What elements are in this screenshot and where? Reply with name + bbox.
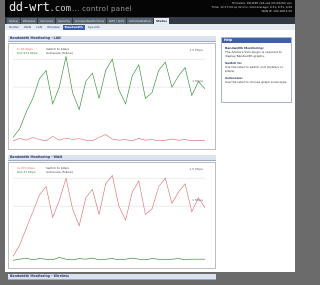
help-panel: Help Bandwidth Monitoring: The Adobe's S… (221, 37, 292, 103)
wan-stats: In 971 Kbps Out 47 Kbps (17, 166, 36, 174)
subtab-wan[interactable]: WAN (22, 25, 33, 30)
wireless-section-title: Bandwidth Monitoring - Wireless (8, 274, 216, 280)
tab-wireless[interactable]: Wireless (20, 18, 38, 24)
series-line-out (12, 56, 206, 138)
series-line-in (12, 134, 206, 142)
subtab-lan[interactable]: LAN (34, 25, 44, 30)
ddwrt-logo[interactable]: dd-wrt.com ... control panel (9, 0, 132, 16)
wan-bandwidth-graph: In 971 Kbps Out 47 Kbps Switch to bits/s… (8, 162, 216, 269)
subtab-bandwidth[interactable]: Bandwidth (62, 24, 85, 30)
wan-autoscale-link[interactable]: Autoscale (follow) (46, 170, 73, 174)
wan-scale-label-top: 1.5 Mbps (189, 167, 203, 171)
wan-switch-links: Switch to bits/s Autoscale (follow) (46, 166, 73, 174)
wan-out-rate: Out 47 Kbps (17, 170, 36, 174)
subtab-sys-info[interactable]: Sys-Info (86, 25, 102, 30)
lan-scale-label-top: 1.5 Mbps (189, 48, 203, 52)
tab-nat-qos[interactable]: NAT / QoS (107, 18, 126, 24)
lan-stats: In 44 Kbps Out 971 Kbps (17, 47, 37, 55)
header-bar: dd-wrt.com ... control panel Firmware: D… (5, 0, 295, 17)
lan-switch-links: Switch to bits/s Autoscale (follow) (46, 47, 73, 55)
help-text-bandwidth: The Adobe's SVG plugin is required to di… (225, 50, 282, 58)
tab-access-restrictions[interactable]: Access Restrictions (73, 18, 107, 24)
main-content: Bandwidth Monitoring - LAN In 44 Kbps Ou… (8, 36, 216, 285)
tab-status[interactable]: Status (153, 18, 169, 24)
tab-security[interactable]: Security (55, 18, 73, 24)
wireless-section: Bandwidth Monitoring - Wireless (8, 274, 216, 280)
lan-section-title: Bandwidth Monitoring - LAN (8, 36, 216, 42)
tab-setup[interactable]: Setup (7, 18, 20, 24)
series-line-out (12, 257, 205, 261)
subtab-wireless[interactable]: Wireless (45, 25, 62, 30)
sub-menu: Router WAN LAN Wireless Bandwidth Sys-In… (5, 24, 295, 30)
logo-tagline: ... control panel (72, 5, 132, 13)
wan-scale-label-mid: 1 Mbps (192, 198, 203, 202)
lan-out-rate: Out 971 Kbps (17, 51, 38, 55)
main-menu: Setup Wireless Services Security Access … (5, 17, 295, 24)
lan-scale-label-mid: 1 Mbps (192, 79, 203, 83)
wan-ip-info: WAN IP: 192.168.1.20 (261, 9, 292, 13)
router-info: Firmware: DD-WRT v24-sp2 (01/15/09) vpn … (212, 1, 292, 13)
wan-section: Bandwidth Monitoring - WAN In 971 Kbps O… (8, 155, 216, 269)
tab-administration[interactable]: Administration (127, 18, 153, 24)
help-text-switch: Use the label to switch unit (bytes/s or… (225, 65, 283, 73)
lan-section: Bandwidth Monitoring - LAN In 44 Kbps Ou… (8, 36, 216, 150)
lan-graph-svg (12, 56, 206, 142)
wan-graph-svg (12, 174, 206, 261)
logo-dotcom: .com (49, 4, 72, 14)
logo-brand: dd-wrt (9, 0, 50, 14)
help-text-autoscale: Use the label to choose graph scale type… (225, 80, 288, 84)
subtab-router[interactable]: Router (7, 25, 21, 30)
lan-bandwidth-graph: In 44 Kbps Out 971 Kbps Switch to bits/s… (8, 43, 216, 150)
tab-services[interactable]: Services (38, 18, 55, 24)
router-status-page: dd-wrt.com ... control panel Firmware: D… (5, 0, 295, 280)
help-body: Bandwidth Monitoring: The Adobe's SVG pl… (222, 43, 291, 89)
series-line-in (12, 174, 206, 257)
wan-section-title: Bandwidth Monitoring - WAN (8, 155, 216, 161)
lan-autoscale-link[interactable]: Autoscale (follow) (46, 51, 73, 55)
